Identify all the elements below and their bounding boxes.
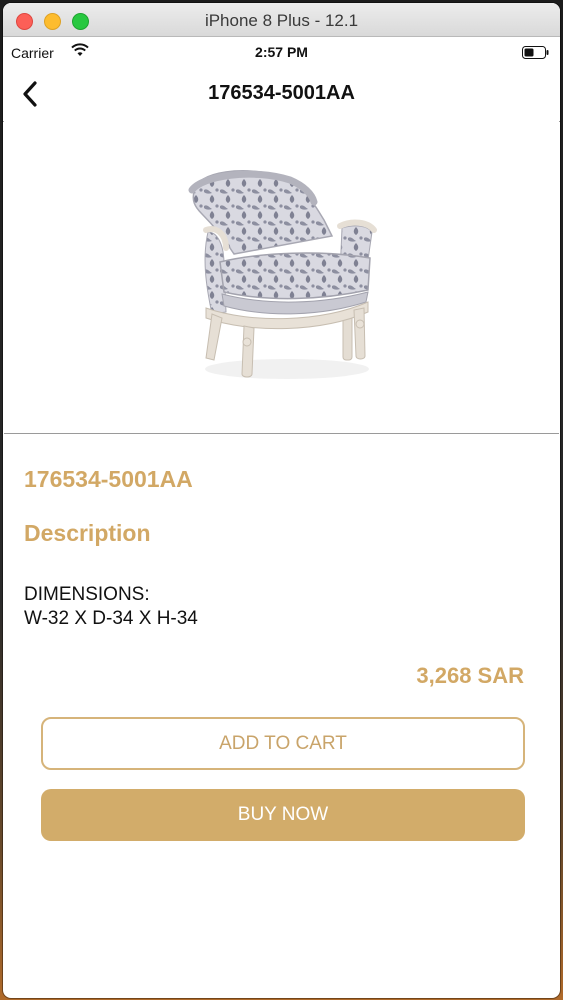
armchair-icon — [188, 170, 377, 379]
dimensions-value: W-32 X D-34 X H-34 — [24, 608, 198, 629]
window-title: iPhone 8 Plus - 12.1 — [204, 11, 359, 30]
page-title: 176534-5001AA — [208, 82, 355, 104]
buy-now-button[interactable]: BUY NOW — [41, 789, 525, 841]
window-titlebar: iPhone 8 Plus - 12.1 — [3, 3, 560, 37]
status-bar: Carrier 2:57 PM — [3, 37, 560, 65]
navigation-bar: 176534-5001AA — [3, 65, 560, 122]
dimensions-label: DIMENSIONS: — [24, 584, 150, 605]
product-dimensions: DIMENSIONS: W-32 X D-34 X H-34 — [24, 583, 198, 631]
status-time: 2:57 PM — [255, 44, 308, 60]
product-image — [4, 121, 559, 434]
simulator-window: iPhone 8 Plus - 12.1 Carrier 2:57 PM 176… — [3, 3, 560, 998]
product-price: 3,268 SAR — [416, 663, 524, 688]
product-code: 176534-5001AA — [24, 466, 193, 492]
add-to-cart-button[interactable]: ADD TO CART — [41, 717, 525, 770]
description-heading: Description — [24, 520, 151, 546]
battery-icon — [522, 46, 550, 64]
